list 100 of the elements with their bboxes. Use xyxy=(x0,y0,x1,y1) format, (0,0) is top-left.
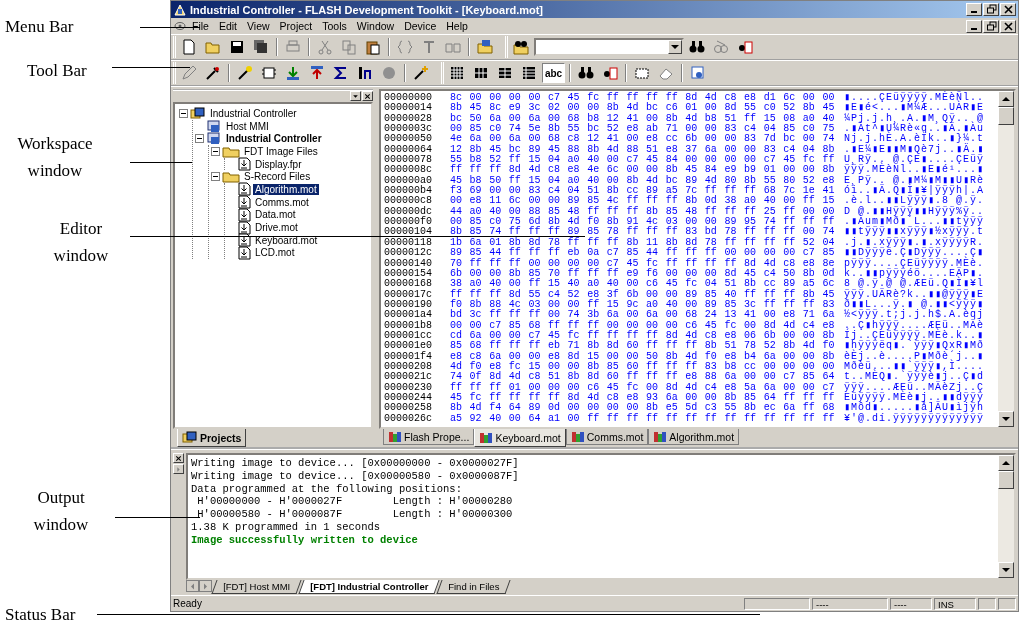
address-text: 00000078 xyxy=(384,155,433,166)
menu-item[interactable]: Window xyxy=(351,20,400,32)
address-text: 00000014 xyxy=(384,103,433,114)
vertical-scrollbar[interactable] xyxy=(998,455,1014,578)
hex-bytes-text: 12 8b 45 bc 89 45 88 8b 4d 88 51 e8 37 6a 00 00 83 c4 04 8b xyxy=(450,144,836,155)
expander-icon[interactable] xyxy=(211,172,220,182)
output-tab[interactable]: [FDT] Host MMI xyxy=(211,580,302,594)
hex-bytes-text: 1b 6a 01 8b 8d 78 ff ff ff 8b 11 8b 8d 78 ff ff ff ff 52 04 xyxy=(450,237,836,248)
scrollbar-thumb[interactable] xyxy=(998,471,1014,489)
sigma-icon[interactable] xyxy=(333,65,349,81)
menu-item[interactable]: Help xyxy=(441,20,473,32)
menu-item[interactable]: View xyxy=(242,20,275,32)
braces-icon[interactable] xyxy=(397,39,413,55)
tree-item[interactable]: LCD.mot xyxy=(253,247,297,259)
document-restore-button[interactable] xyxy=(983,19,999,33)
menu-item[interactable]: Edit xyxy=(213,20,242,32)
hex-bytes-text: 38 a0 40 00 ff 15 40 a0 40 00 c6 45 fc 04 51 8b cc 89 a5 6c xyxy=(450,279,836,290)
output-tab[interactable]: Find in Files xyxy=(436,580,511,594)
editor-tab[interactable]: Algorithm.mot xyxy=(648,429,740,445)
find-icon[interactable] xyxy=(578,65,594,81)
ascii-text: pÿÿÿ....ÇEüÿÿÿÿ.MÈè. xyxy=(844,258,986,269)
panel-close-button[interactable] xyxy=(362,91,373,101)
vertical-scrollbar[interactable] xyxy=(998,91,1014,427)
tree-item[interactable]: Keyboard.mot xyxy=(253,234,320,246)
upload-icon[interactable] xyxy=(309,65,325,81)
project-icon xyxy=(206,119,222,133)
tree-item[interactable]: Industrial Controller xyxy=(224,133,324,145)
find-icon[interactable] xyxy=(689,39,705,55)
tree-item[interactable]: S-Record Files xyxy=(242,171,313,183)
new-file-icon[interactable] xyxy=(181,39,197,55)
tree-item[interactable]: Algorithm.mot xyxy=(253,183,319,195)
tab-scroll-right-button[interactable] xyxy=(199,580,212,592)
address-text: 00000208 xyxy=(384,361,433,372)
rectangle-icon[interactable] xyxy=(634,65,650,81)
workspace-icon xyxy=(190,106,206,120)
tree-item[interactable]: Host MMI xyxy=(224,120,271,132)
editor-tab[interactable]: Keyboard.mot xyxy=(474,429,566,447)
tree-item[interactable]: FDT Image Files xyxy=(242,145,320,157)
output-tab[interactable]: [FDT] Industrial Controller xyxy=(298,580,440,594)
save-icon[interactable] xyxy=(229,39,245,55)
grid-fine-icon[interactable] xyxy=(449,65,465,81)
window-close-button[interactable] xyxy=(1000,3,1016,16)
rows-icon[interactable] xyxy=(521,65,537,81)
search-window-icon[interactable] xyxy=(690,65,706,81)
hex-bytes-text: bd 3c ff ff ff 00 74 3b 6a 00 6a 00 68 24 13 41 00 e8 71 6a xyxy=(450,310,836,321)
dock-menu-button[interactable] xyxy=(173,464,184,474)
wand-icon[interactable] xyxy=(237,65,253,81)
grid-icon[interactable] xyxy=(473,65,489,81)
eyedropper-icon[interactable] xyxy=(205,65,221,81)
tree-item[interactable]: Display.fpr xyxy=(253,158,304,170)
dock-menu-button[interactable] xyxy=(350,91,361,101)
chip-icon[interactable] xyxy=(261,65,277,81)
open-folder-icon[interactable] xyxy=(205,39,221,55)
tree-item[interactable]: Data.mot xyxy=(253,209,298,221)
scrollbar-thumb[interactable] xyxy=(998,107,1014,125)
address-text: 000000f0 xyxy=(384,217,433,228)
menu-item[interactable]: Tools xyxy=(317,20,352,32)
open-project-icon[interactable] xyxy=(477,39,493,55)
leader-line xyxy=(140,27,200,28)
sparkle-icon[interactable] xyxy=(413,65,429,81)
document-close-button[interactable] xyxy=(1000,19,1016,33)
find-replace-icon[interactable] xyxy=(602,65,618,81)
workspace-tab[interactable]: Projects xyxy=(177,429,247,447)
status-pane: ---- xyxy=(890,597,932,610)
window-minimize-button[interactable] xyxy=(966,3,982,16)
ascii-text: ð▮▮L...ÿ.▮ @.▮▮<ÿÿÿ▮ xyxy=(844,299,986,310)
menu-item[interactable]: File xyxy=(187,20,214,32)
panel-close-button[interactable] xyxy=(173,453,184,463)
paste-icon[interactable] xyxy=(365,39,381,55)
expander-icon[interactable] xyxy=(211,146,220,156)
status-message: Ready xyxy=(173,598,203,609)
save-all-icon[interactable] xyxy=(253,39,269,55)
file-download-icon xyxy=(238,157,251,172)
minimize-icon xyxy=(971,11,977,13)
minimize-icon xyxy=(971,27,977,30)
tree-item[interactable]: Drive.mot xyxy=(253,222,300,234)
find-replace-icon[interactable] xyxy=(737,39,753,55)
output-line: Writing image to device... [0x00000000 - 0x0000027F] xyxy=(191,457,520,470)
expander-icon[interactable] xyxy=(179,108,188,118)
menu-item[interactable]: Device xyxy=(399,20,442,32)
window-restore-button[interactable] xyxy=(983,3,999,16)
pencil-icon[interactable] xyxy=(181,65,197,81)
status-pane: ---- xyxy=(812,597,888,610)
expander-icon[interactable] xyxy=(195,134,204,144)
hex-bytes-text: 89 85 44 ff ff ff eb 0a c7 85 44 ff ff ff 00 00 00 00 c7 85 xyxy=(450,248,836,259)
tree-item[interactable]: Industrial Controller xyxy=(208,107,299,119)
editor-tab[interactable]: Flash Prope... xyxy=(383,429,475,445)
find-in-files-icon[interactable] xyxy=(513,39,529,55)
tool-icon[interactable] xyxy=(357,65,373,81)
document-minimize-button[interactable] xyxy=(966,19,982,33)
search-combo[interactable] xyxy=(534,38,684,56)
download-icon[interactable] xyxy=(285,65,301,81)
tab-scroll-left-button[interactable] xyxy=(186,580,199,592)
text-icon[interactable] xyxy=(421,39,437,55)
tree-item[interactable]: Comms.mot xyxy=(253,196,311,208)
columns-icon[interactable] xyxy=(497,65,513,81)
editor-tab[interactable]: Comms.mot xyxy=(565,429,649,445)
hex-bytes-text: ff ff ff 8d 55 c4 52 e8 3f 6b 00 00 89 85 40 ff ff ff 8b 45 xyxy=(450,289,836,300)
text-view-button[interactable]: abc xyxy=(542,63,565,83)
menu-item[interactable]: Project xyxy=(274,20,318,32)
